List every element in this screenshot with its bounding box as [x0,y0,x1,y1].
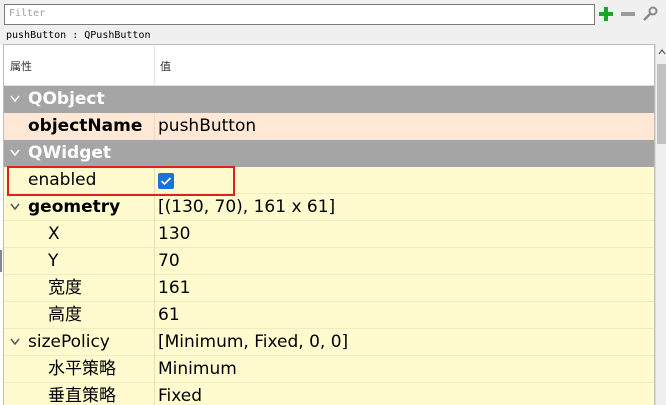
checkmark-icon [160,177,172,186]
property-name: sizePolicy [28,332,110,352]
column-divider [154,167,155,194]
add-property-button[interactable] [597,5,615,23]
property-row-sizepolicy[interactable]: sizePolicy [Minimum, Fixed, 0, 0] [4,329,654,356]
column-divider [154,356,155,383]
column-divider [154,194,155,221]
property-name: 高度 [48,305,82,325]
property-name: Y [48,251,59,271]
property-row-x[interactable]: X 130 [4,221,654,248]
splitter-handle[interactable] [0,250,2,272]
group-qwidget[interactable]: QWidget [4,140,654,167]
property-row-enabled[interactable]: enabled [4,167,654,194]
column-divider [154,113,155,140]
scroll-up-arrow[interactable] [656,44,666,60]
property-name: X [48,224,60,244]
property-name: 宽度 [48,278,82,298]
property-value[interactable]: Minimum [158,356,237,383]
wrench-icon [643,6,658,21]
column-divider [154,329,155,356]
minus-icon [621,12,635,16]
chevron-up-icon [657,49,666,55]
property-value[interactable]: [(130, 70), 161 x 61] [158,194,335,221]
column-divider [154,248,155,275]
property-value[interactable]: Fixed [158,383,202,405]
configure-button[interactable] [641,5,659,23]
chevron-down-icon [10,149,20,157]
property-row-horizontal-policy[interactable]: 水平策略 Minimum [4,356,654,383]
group-qobject[interactable]: QObject [4,86,654,113]
property-value[interactable]: [Minimum, Fixed, 0, 0] [158,329,348,356]
header-divider [154,45,155,86]
filter-input[interactable]: Filter [4,4,595,25]
property-row-y[interactable]: Y 70 [4,248,654,275]
object-path-label: pushButton : QPushButton [0,28,666,45]
property-name: 垂直策略 [48,386,116,405]
property-name: 水平策略 [48,359,116,379]
column-divider [154,302,155,329]
chevron-down-icon [10,95,20,103]
chevron-down-icon[interactable] [10,338,20,346]
column-divider [154,221,155,248]
property-value[interactable]: 130 [158,221,190,248]
scroll-thumb[interactable] [657,64,666,144]
property-name: objectName [28,116,143,136]
column-divider [154,383,155,405]
property-value[interactable]: 61 [158,302,180,329]
property-row-width[interactable]: 宽度 161 [4,275,654,302]
property-value[interactable]: 70 [158,248,180,275]
vertical-scrollbar[interactable] [655,44,666,405]
property-editor: 属性 值 QObject objectName pushButton QWidg… [3,44,655,405]
property-header: 属性 值 [4,45,654,86]
filter-placeholder: Filter [9,8,46,19]
property-column-header[interactable]: 属性 [10,45,32,86]
remove-property-button[interactable] [619,5,637,23]
group-label: QObject [28,89,105,109]
enabled-checkbox[interactable] [158,173,174,189]
property-name: geometry [28,197,121,217]
value-column-header[interactable]: 值 [160,45,171,86]
group-label: QWidget [28,143,112,163]
plus-icon [599,7,613,21]
property-name: enabled [28,170,97,190]
property-value[interactable]: 161 [158,275,190,302]
property-value[interactable]: pushButton [158,113,256,140]
property-row-objectname[interactable]: objectName pushButton [4,113,654,140]
property-row-geometry[interactable]: geometry [(130, 70), 161 x 61] [4,194,654,221]
column-divider [154,275,155,302]
property-row-height[interactable]: 高度 61 [4,302,654,329]
filter-bar: Filter [0,0,666,28]
chevron-down-icon[interactable] [10,203,20,211]
property-row-vertical-policy[interactable]: 垂直策略 Fixed [4,383,654,405]
